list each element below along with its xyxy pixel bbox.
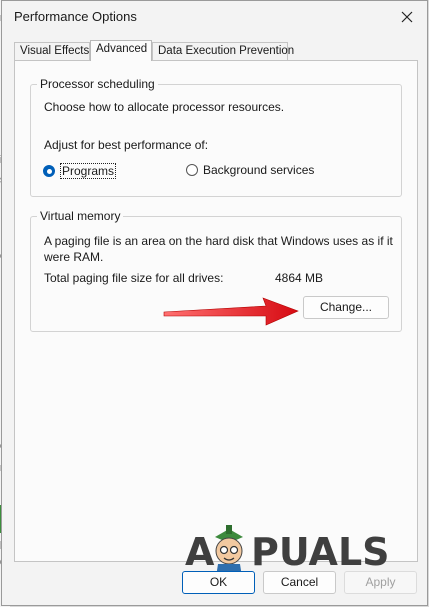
tab-advanced[interactable]: Advanced	[90, 40, 152, 61]
performance-options-dialog: Performance Options Visual Effects Advan…	[1, 0, 428, 606]
close-button[interactable]	[395, 5, 419, 29]
window-title: Performance Options	[14, 9, 137, 24]
title-bar: Performance Options	[2, 1, 427, 33]
radio-background-services[interactable]: Background services	[186, 163, 314, 177]
tab-visual-effects[interactable]: Visual Effects	[14, 42, 90, 60]
close-icon	[401, 11, 413, 23]
watermark-text-right: PUALS	[251, 530, 390, 574]
red-arrow-annotation	[163, 297, 299, 326]
cancel-button[interactable]: Cancel	[263, 571, 336, 594]
processor-description: Choose how to allocate processor resourc…	[44, 100, 285, 114]
radio-unselected-icon	[186, 164, 198, 176]
ok-button[interactable]: OK	[182, 571, 255, 594]
processor-scheduling-group: Processor scheduling Choose how to alloc…	[30, 77, 402, 197]
change-button[interactable]: Change...	[303, 296, 389, 319]
total-paging-value: 4864 MB	[275, 271, 324, 285]
virtual-memory-description: A paging file is an area on the hard dis…	[44, 234, 393, 264]
tab-data-execution-prevention[interactable]: Data Execution Prevention	[152, 42, 294, 60]
radio-selected-icon	[43, 165, 55, 177]
total-paging-label: Total paging file size for all drives:	[44, 271, 224, 285]
radio-background-services-label: Background services	[203, 163, 315, 177]
apply-button[interactable]: Apply	[344, 571, 417, 594]
processor-scheduling-title: Processor scheduling	[37, 77, 158, 91]
radio-programs-label: Programs	[60, 163, 117, 179]
radio-programs[interactable]: Programs	[43, 163, 117, 179]
adjust-label: Adjust for best performance of:	[44, 138, 209, 152]
tab-strip: Visual Effects Advanced Data Execution P…	[14, 40, 418, 61]
mascot-icon	[215, 525, 243, 577]
virtual-memory-title: Virtual memory	[37, 209, 124, 223]
watermark-text-left: A	[185, 530, 215, 574]
